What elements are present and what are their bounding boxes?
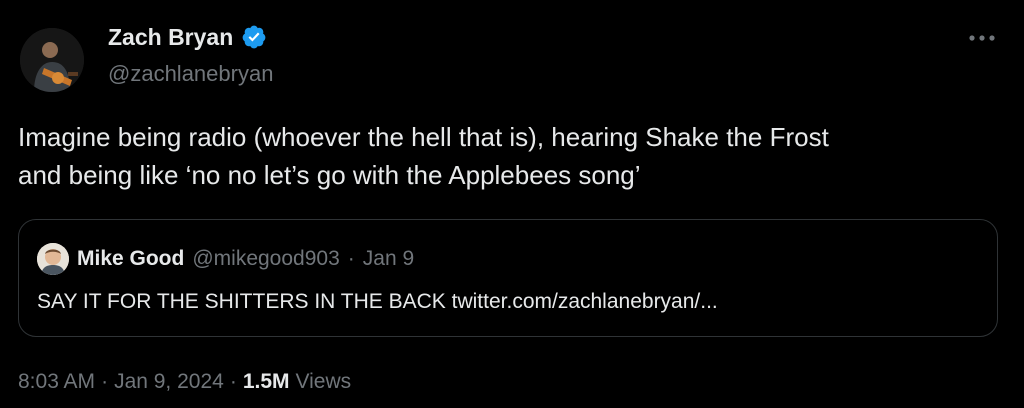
quoted-tweet-header: Mike Good @mikegood903 · Jan 9 [37,243,414,275]
quoted-date[interactable]: Jan 9 [363,247,414,271]
views-label: Views [295,370,352,393]
more-options-icon[interactable] [964,26,1000,50]
author-avatar[interactable] [20,28,84,92]
avatar-image [20,28,84,92]
views-count: 1.5M [242,370,290,393]
quoted-author-handle[interactable]: @mikegood903 [192,247,339,271]
author-name-row: Zach Bryan [108,22,267,52]
tweet-card: Zach Bryan @zachlanebryan Imagine being … [0,0,1024,408]
meta-separator: · [101,370,109,393]
quoted-author-avatar [37,243,69,275]
verified-badge-icon [241,24,267,50]
tweet-text: Imagine being radio (whoever the hell th… [18,118,998,194]
quoted-author-name[interactable]: Mike Good [77,247,184,271]
meta-separator: · [229,370,237,393]
tweet-text-line-2: and being like ‘no no let’s go with the … [18,160,641,190]
quoted-separator: · [347,247,355,270]
tweet-time[interactable]: 8:03 AM [18,368,95,396]
quoted-tweet-text: SAY IT FOR THE SHITTERS IN THE BACK twit… [37,290,718,313]
quoted-tweet[interactable]: Mike Good @mikegood903 · Jan 9 SAY IT FO… [18,219,998,337]
author-name[interactable]: Zach Bryan [108,22,233,52]
tweet-meta: 8:03 AM · Jan 9, 2024 · 1.5M Views [18,368,351,396]
tweet-date[interactable]: Jan 9, 2024 [114,368,224,396]
author-handle[interactable]: @zachlanebryan [108,60,273,88]
tweet-text-line-1: Imagine being radio (whoever the hell th… [18,122,829,152]
